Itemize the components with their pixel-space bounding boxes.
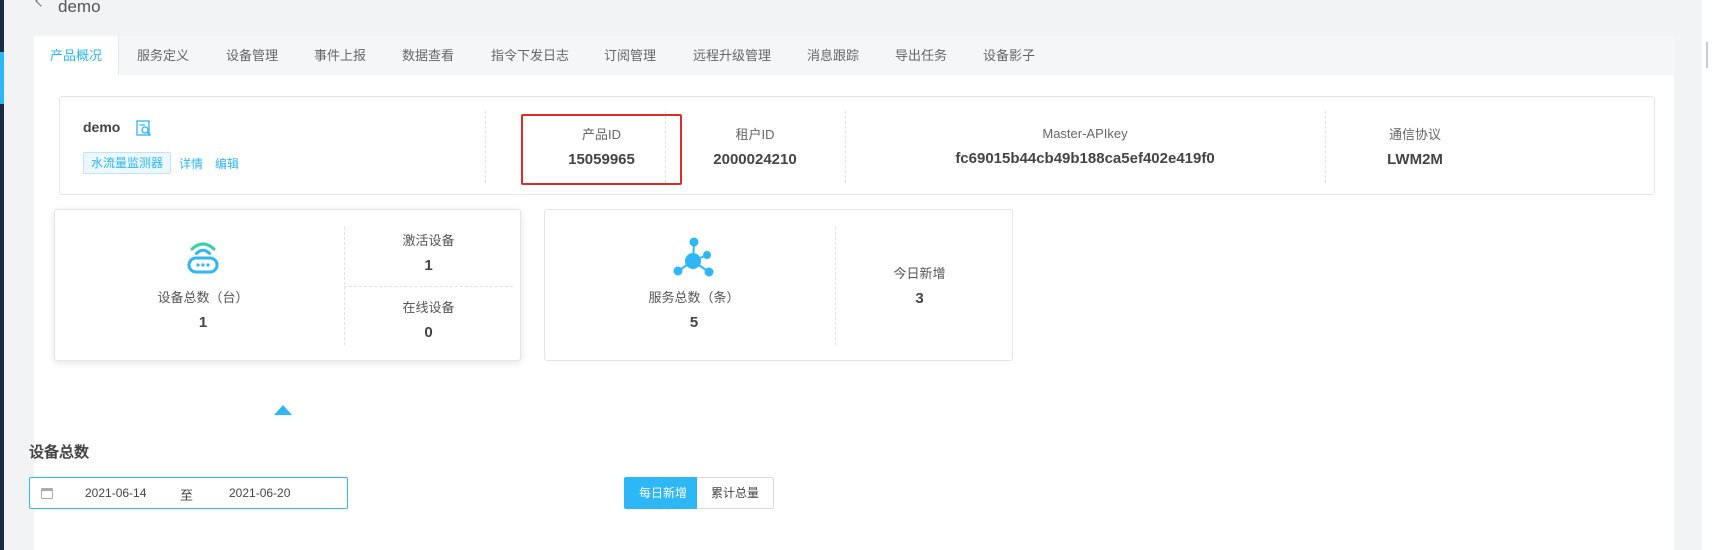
device-total-block: 设备总数（台） 1 [103,290,303,331]
product-info-card: demo 水流量监测器 详情 编辑 产品ID 15059965 租户ID 200… [59,96,1655,195]
protocol-value: LWM2M [1387,151,1443,168]
divider [344,286,513,287]
apikey-label: Master-APIkey [1042,126,1128,141]
tab-remote-upgrade[interactable]: 远程升级管理 [693,36,771,75]
tab-subscription[interactable]: 订阅管理 [604,36,656,75]
apikey-value: fc69015b44cb49b188ca5ef402e419f0 [955,150,1215,167]
device-stats-card[interactable]: 设备总数（台） 1 激活设备 1 在线设备 0 [54,209,521,361]
tenant-id-value: 2000024210 [713,151,797,168]
tab-bar: 产品概况 服务定义 设备管理 事件上报 数据查看 指令下发日志 订阅管理 远程升… [34,36,1674,75]
page-title: demo [58,0,101,16]
tab-device-shadow[interactable]: 设备影子 [983,36,1035,75]
protocol-stat: 通信协议 LWM2M [1325,127,1505,168]
tab-device-management[interactable]: 设备管理 [226,36,278,75]
tab-data-view[interactable]: 数据查看 [402,36,454,75]
date-separator: 至 [180,488,194,503]
detail-link[interactable]: 详情 [179,155,203,172]
router-wifi-icon [187,242,219,274]
main-content: 产品概况 服务定义 设备管理 事件上报 数据查看 指令下发日志 订阅管理 远程升… [34,36,1674,550]
service-stats-card[interactable]: 服务总数（条） 5 今日新增 3 [544,209,1013,361]
page-header: demo [34,0,101,16]
online-devices-value: 0 [424,324,433,341]
tenant-id-label: 租户ID [735,127,775,142]
tab-command-log[interactable]: 指令下发日志 [491,36,569,75]
today-new-value: 3 [915,290,924,307]
tab-export-tasks[interactable]: 导出任务 [895,36,947,75]
device-total-label: 设备总数（台） [157,290,249,305]
document-search-icon[interactable] [136,120,152,137]
chart-section-title: 设备总数 [29,444,90,461]
activated-devices-label: 激活设备 [402,233,455,248]
right-panel-marker [1706,42,1708,68]
tenant-id-stat: 租户ID 2000024210 [665,127,845,168]
tab-event-report[interactable]: 事件上报 [314,36,366,75]
apikey-stat: Master-APIkey fc69015b44cb49b188ca5ef402… [845,126,1325,167]
product-category-tag: 水流量监测器 [83,152,172,174]
left-sidebar-edge [0,0,4,550]
online-devices-label: 在线设备 [402,300,455,315]
service-total-block: 服务总数（条） 5 [594,290,794,331]
today-new-label: 今日新增 [893,266,946,281]
daily-new-button[interactable]: 每日新增 [624,477,703,509]
tab-message-trace[interactable]: 消息跟踪 [807,36,859,75]
selected-card-pointer [274,405,292,415]
network-nodes-icon [673,237,714,277]
product-id-highlight-box [521,114,682,185]
cumulative-total-button[interactable]: 累计总量 [697,477,775,509]
service-total-label: 服务总数（条） [648,290,740,305]
start-date[interactable]: 2021-06-14 [85,486,146,500]
chevron-left-icon[interactable] [34,0,44,14]
product-name: demo [83,119,121,135]
today-new-block: 今日新增 3 [835,266,1004,307]
divider [485,111,486,183]
service-total-value: 5 [689,314,699,331]
device-total-value: 1 [198,314,208,331]
tab-product-overview[interactable]: 产品概况 [34,36,119,75]
tab-service-definition[interactable]: 服务定义 [137,36,189,75]
calendar-icon [41,488,53,499]
right-panel-edge [1702,0,1722,550]
activated-devices-value: 1 [424,257,433,274]
edit-link[interactable]: 编辑 [215,155,239,172]
online-devices-block: 在线设备 0 [344,300,513,341]
date-range-picker[interactable]: 2021-06-14 至 2021-06-20 [29,477,348,509]
end-date[interactable]: 2021-06-20 [229,486,290,500]
protocol-label: 通信协议 [1388,127,1441,142]
sidebar-active-marker [0,52,4,104]
activated-devices-block: 激活设备 1 [344,233,513,274]
